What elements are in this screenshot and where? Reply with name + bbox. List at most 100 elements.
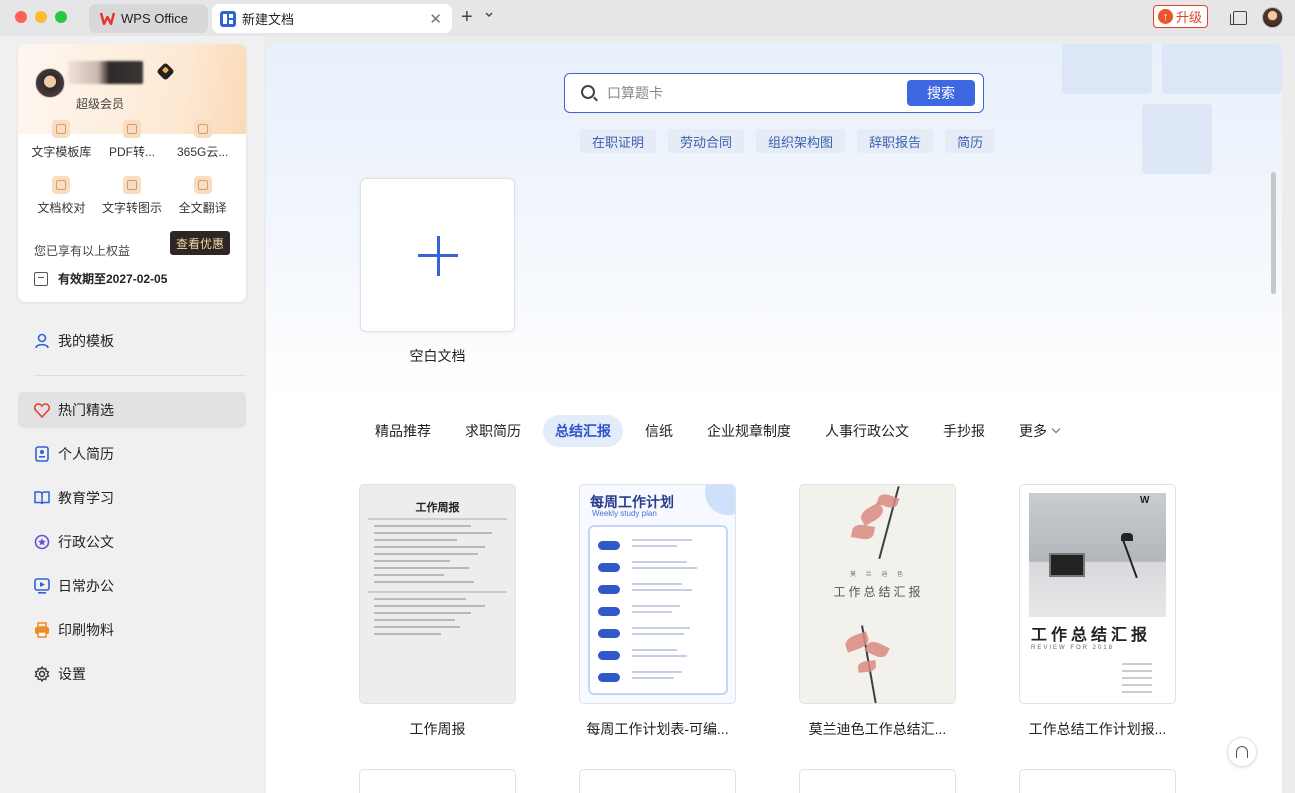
perk-label: 365G云... — [176, 145, 229, 159]
pdf-icon — [122, 120, 141, 138]
close-window-button[interactable] — [15, 11, 27, 23]
calendar-icon — [34, 271, 48, 286]
scrollbar[interactable] — [1271, 172, 1276, 294]
template-card[interactable] — [1019, 769, 1176, 793]
tab-letter-paper[interactable]: 信纸 — [633, 415, 685, 447]
sidebar-item-resume[interactable]: 个人简历 — [18, 436, 246, 472]
perk-label: 文字转图示 — [101, 201, 162, 215]
more-label: 更多 — [1019, 423, 1047, 439]
divider — [34, 375, 246, 376]
expiry-text: 有效期至2027-02-05 — [58, 272, 168, 286]
template-card[interactable]: W 工作总结汇报 REVIEW FOR 2018 工作总结工作计划报... — [1019, 484, 1176, 739]
template-label: 工作周报 — [409, 721, 466, 737]
perk-text-to-diagram[interactable]: 文字转图示 — [97, 172, 168, 216]
perk-label: 文档校对 — [37, 201, 86, 215]
sidebar-item-settings[interactable]: 设置 — [18, 656, 246, 692]
hot-search-chips: 在职证明 劳动合同 组织架构图 辞职报告 简历 — [580, 129, 996, 153]
upgrade-button[interactable]: ↑ 升级 — [1153, 5, 1208, 28]
arrow-up-icon: ↑ — [1158, 9, 1173, 24]
member-type: 超级会员 — [76, 97, 125, 111]
perk-label: PDF转... — [108, 145, 155, 159]
close-tab-icon[interactable]: ✕ — [429, 10, 442, 28]
customer-service-icon[interactable] — [1227, 737, 1257, 767]
template-card[interactable]: 每周工作计划 Weekly study plan 每周工作计划表-可编... — [579, 484, 736, 739]
avatar[interactable] — [35, 68, 65, 98]
template-card[interactable] — [579, 769, 736, 793]
translate-icon — [193, 176, 212, 194]
member-card: 超级会员 文字模板库 PDF转... 365G云... 文档校对 文字转图示 全… — [18, 44, 246, 302]
thumb-title: 工作总结汇报 — [1031, 627, 1152, 644]
new-tab-button[interactable]: + — [461, 6, 473, 29]
sidebar-item-hot-picks[interactable]: 热门精选 — [18, 392, 246, 428]
template-label: 每周工作计划表-可编... — [586, 721, 729, 737]
printer-icon — [34, 622, 50, 638]
chip-employment-certificate[interactable]: 在职证明 — [580, 129, 657, 153]
search-button[interactable]: 搜索 — [907, 80, 975, 106]
nav-label: 行政公文 — [58, 534, 114, 550]
tab-more[interactable]: 更多 — [1007, 415, 1071, 447]
template-thumbnail: 莫 兰 迪 色 工作总结汇报 — [799, 484, 956, 704]
template-search-box: 搜索 — [564, 73, 984, 113]
sidebar-item-my-templates[interactable]: 我的模板 — [18, 323, 246, 359]
tab-new-document[interactable]: 新建文档 ✕ — [212, 4, 452, 33]
tab-job-resume[interactable]: 求职简历 — [453, 415, 533, 447]
perks-note: 您已享有以上权益 — [34, 244, 131, 258]
perk-label: 全文翻译 — [178, 201, 227, 215]
tab-label: 新建文档 — [242, 12, 295, 27]
wps-logo-icon — [100, 12, 115, 25]
template-card[interactable] — [799, 769, 956, 793]
thumb-subtitle: REVIEW FOR 2018 — [1031, 645, 1115, 651]
perk-pdf-convert[interactable]: PDF转... — [97, 116, 168, 160]
monitor-icon — [34, 578, 50, 594]
template-card[interactable] — [359, 769, 516, 793]
nav-label: 日常办公 — [58, 578, 114, 594]
badge-icon — [34, 534, 50, 550]
template-label: 工作总结工作计划报... — [1028, 721, 1167, 737]
template-icon — [52, 120, 71, 138]
thumb-title: 工作总结汇报 — [833, 585, 924, 599]
gear-icon — [34, 666, 50, 682]
tab-premium[interactable]: 精品推荐 — [363, 415, 443, 447]
chip-labor-contract[interactable]: 劳动合同 — [668, 129, 745, 153]
perk-label: 文字模板库 — [31, 145, 92, 159]
tab-company-rules[interactable]: 企业规章制度 — [695, 415, 803, 447]
tab-summary-report[interactable]: 总结汇报 — [543, 415, 623, 447]
wps-logo-icon: W — [1140, 495, 1150, 506]
chip-resume[interactable]: 简历 — [945, 129, 996, 153]
diagram-icon — [122, 176, 141, 194]
proofread-icon — [52, 176, 71, 194]
chevron-down-icon — [1051, 424, 1061, 434]
sidebar-item-print-materials[interactable]: 印刷物料 — [18, 612, 246, 648]
blank-document-label: 空白文档 — [409, 348, 466, 364]
view-offers-button[interactable]: 查看优惠 — [170, 231, 230, 255]
template-label: 莫兰迪色工作总结汇... — [808, 721, 947, 737]
template-card[interactable]: 工作周报 工作周报 — [359, 484, 516, 739]
window-layout-icon[interactable] — [1230, 11, 1247, 25]
chip-org-chart[interactable]: 组织架构图 — [756, 129, 846, 153]
sidebar-item-education[interactable]: 教育学习 — [18, 480, 246, 516]
perk-text-templates[interactable]: 文字模板库 — [26, 116, 97, 160]
sidebar-item-daily-office[interactable]: 日常办公 — [18, 568, 246, 604]
template-card[interactable]: 莫 兰 迪 色 工作总结汇报 莫兰迪色工作总结汇... — [799, 484, 956, 739]
perk-cloud-storage[interactable]: 365G云... — [167, 116, 238, 160]
blank-document-card[interactable] — [360, 178, 515, 332]
tab-handwritten-poster[interactable]: 手抄报 — [931, 415, 997, 447]
template-thumbnail: 工作周报 — [359, 484, 516, 704]
sidebar-item-official-docs[interactable]: 行政公文 — [18, 524, 246, 560]
perks-grid: 文字模板库 PDF转... 365G云... 文档校对 文字转图示 全文翻译 — [26, 116, 238, 216]
nav-label: 我的模板 — [58, 333, 114, 349]
tab-hr-admin[interactable]: 人事行政公文 — [813, 415, 921, 447]
chevron-down-icon[interactable] — [485, 12, 493, 18]
minimize-window-button[interactable] — [35, 11, 47, 23]
nav-label: 教育学习 — [58, 490, 114, 506]
user-avatar[interactable] — [1262, 7, 1283, 28]
search-input[interactable] — [607, 83, 897, 103]
perk-proofread[interactable]: 文档校对 — [26, 172, 97, 216]
chip-resignation-report[interactable]: 辞职报告 — [857, 129, 934, 153]
nav-label: 设置 — [58, 666, 86, 682]
category-tabs: 精品推荐 求职简历 总结汇报 信纸 企业规章制度 人事行政公文 手抄报 更多 — [363, 415, 1081, 447]
zoom-window-button[interactable] — [55, 11, 67, 23]
user-icon — [34, 333, 50, 349]
tab-wps-office[interactable]: WPS Office — [89, 4, 208, 33]
perk-translate[interactable]: 全文翻译 — [167, 172, 238, 216]
